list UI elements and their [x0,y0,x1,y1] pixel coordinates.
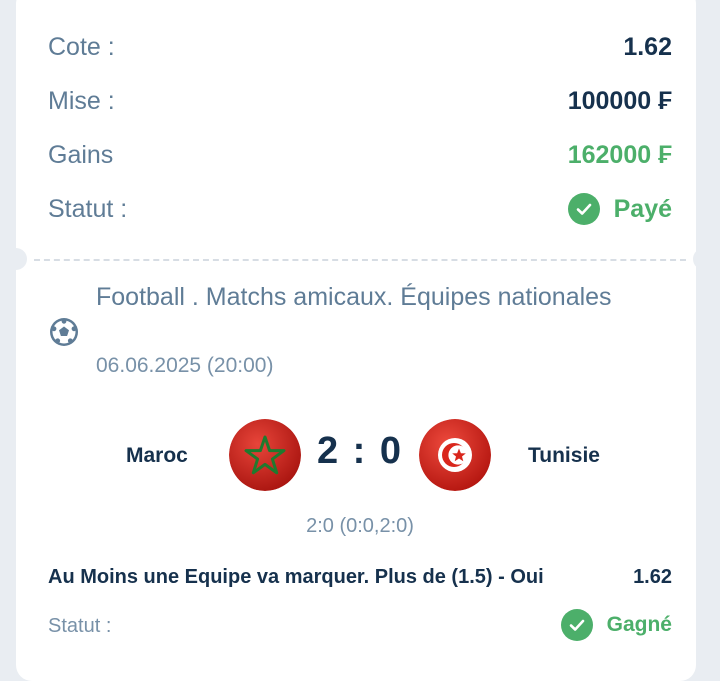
home-team-name: Maroc [126,444,188,467]
match-score: 2 : 0 [316,430,404,472]
status-row: Statut : Payé [48,189,672,229]
bet-selection: Au Moins une Equipe va marquer. Plus de … [48,566,544,588]
winnings-value: 162000 ₣ [567,140,672,169]
event-title: Football . Matchs amicaux. Équipes natio… [96,283,612,311]
winnings-row: Gains 162000 ₣ [48,135,672,175]
check-circle-icon [560,609,593,641]
tunisia-flag-icon [419,419,491,491]
ticket-notch-left [5,248,27,270]
away-team-name: Tunisie [528,444,600,467]
status-value: Payé [613,194,672,223]
odds-row: Cote : 1.62 [48,27,672,67]
check-circle-icon [567,193,600,225]
status-badge: Payé [567,193,672,225]
selection-status-badge: Gagné [560,609,672,641]
stake-row: Mise : 100000 ₣ [48,81,672,121]
stake-label: Mise : [48,86,115,115]
stake-value: 100000 ₣ [567,86,672,115]
winnings-label: Gains [48,140,114,169]
score-detail: 2:0 (0:0,2:0) [306,515,414,537]
soccer-ball-icon [50,318,78,346]
odds-value: 1.62 [623,32,672,61]
odds-label: Cote : [48,32,115,61]
selection-status-value: Gagné [606,613,672,636]
morocco-flag-icon [229,419,301,491]
selection-odds: 1.62 [633,566,672,588]
ticket-divider [34,259,686,261]
event-datetime: 06.06.2025 (20:00) [96,354,274,377]
status-label: Statut : [48,194,128,223]
selection-status-label: Statut : [48,615,112,637]
ticket-notch-right [693,248,715,270]
